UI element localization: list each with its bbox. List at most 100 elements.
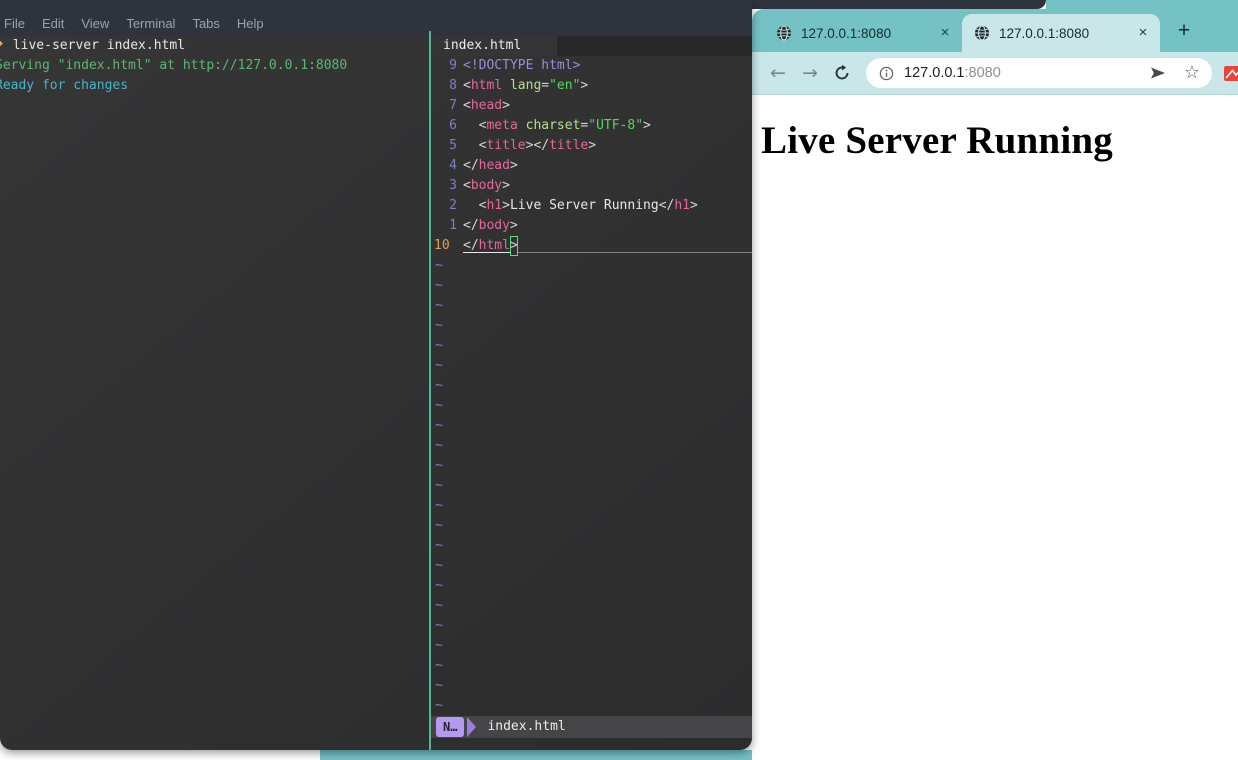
vim-code-segment	[502, 76, 510, 96]
vim-code-segment: h1	[674, 196, 690, 216]
globe-favicon-icon	[974, 25, 990, 41]
shell-output-line: Ready for changes	[0, 76, 429, 96]
vim-code-segment: >	[502, 196, 510, 216]
terminal-body: live-server index.htmlServing "index.htm…	[0, 31, 752, 750]
vim-line-number: 10	[431, 236, 463, 256]
tab-close-button[interactable]: ×	[936, 24, 954, 42]
vim-line-number: 9	[431, 56, 463, 76]
reload-button[interactable]	[830, 60, 854, 86]
vim-code-line: 1</body>	[431, 216, 752, 236]
vim-code-segment: Live Server Running	[510, 196, 659, 216]
vim-tabline: index.html	[431, 36, 752, 56]
vim-code-segment: ></	[526, 136, 549, 156]
menu-item-edit[interactable]: Edit	[39, 16, 75, 31]
page-heading: Live Server Running	[761, 118, 1238, 163]
vim-code-line: 8<html lang="en">	[431, 76, 752, 96]
vim-line-number: 8	[431, 76, 463, 96]
vim-code-segment: >	[510, 216, 518, 236]
vim-code-segment: title	[549, 136, 588, 156]
vim-tilde: ~	[431, 496, 443, 516]
page-content: Live Server Running	[752, 95, 1238, 760]
tab-close-button[interactable]: ×	[1134, 24, 1152, 42]
bookmark-star-icon[interactable]: ☆	[1184, 64, 1200, 82]
vim-code-segment: </	[463, 156, 479, 176]
menu-item-view[interactable]: View	[78, 16, 120, 31]
globe-favicon-icon	[974, 25, 990, 41]
desktop: 127.0.0.1:8080 × 127.0.0.1:8080 × + ← →	[0, 0, 1238, 760]
site-info-icon[interactable]	[878, 65, 895, 82]
vim-tilde: ~	[431, 256, 443, 276]
vim-tab-label[interactable]: index.html	[431, 36, 557, 56]
background-window-edge	[320, 750, 752, 760]
vim-empty-line: ~	[431, 496, 752, 516]
vim-tilde: ~	[431, 436, 443, 456]
tab-strip: 127.0.0.1:8080×127.0.0.1:8080×+	[752, 9, 1238, 52]
menu-item-tabs[interactable]: Tabs	[189, 16, 230, 31]
shell-pane[interactable]: live-server index.htmlServing "index.htm…	[0, 31, 429, 750]
vim-empty-line: ~	[431, 556, 752, 576]
vim-code-segment	[518, 116, 526, 136]
reload-icon	[833, 64, 851, 82]
vim-code-segment: <	[463, 136, 486, 156]
back-button[interactable]: ←	[766, 60, 790, 86]
tab-title: 127.0.0.1:8080	[999, 26, 1128, 41]
vim-empty-line: ~	[431, 436, 752, 456]
vim-tilde: ~	[431, 636, 443, 656]
menu-item-help[interactable]: Help	[234, 16, 275, 31]
url-host: 127.0.0.1	[904, 65, 964, 81]
vim-code-segment: <	[463, 76, 471, 96]
vim-code-segment: body	[471, 176, 502, 196]
new-tab-button[interactable]: +	[1170, 16, 1198, 46]
browser-window: 127.0.0.1:8080 × 127.0.0.1:8080 × + ← →	[752, 0, 1238, 760]
vim-code-segment: <	[463, 116, 486, 136]
vim-line-number: 2	[431, 196, 463, 216]
vim-empty-line: ~	[431, 296, 752, 316]
vim-code-segment: <!DOCTYPE html>	[463, 56, 580, 76]
menu-item-file[interactable]: File	[1, 16, 36, 31]
vim-code-segment: <	[463, 96, 471, 116]
vim-tilde: ~	[431, 536, 443, 556]
vim-empty-line: ~	[431, 656, 752, 676]
vim-empty-line: ~	[431, 336, 752, 356]
vim-empty-line: ~	[431, 476, 752, 496]
vim-code-line: 4</head>	[431, 156, 752, 176]
vim-tilde: ~	[431, 276, 443, 296]
vim-mode-badge: N…	[436, 717, 464, 737]
shell-output-line: Serving "index.html" at http://127.0.0.1…	[0, 56, 429, 76]
browser-tab-2[interactable]: 127.0.0.1:8080 ×	[962, 14, 1160, 52]
vim-code-segment: >	[690, 196, 698, 216]
vim-line-number: 7	[431, 96, 463, 116]
vim-empty-line: ~	[431, 596, 752, 616]
vim-empty-line: ~	[431, 536, 752, 556]
vim-empty-line: ~	[431, 276, 752, 296]
address-bar[interactable]: 127.0.0.1 :8080 ☆	[866, 58, 1212, 88]
vim-code-segment: head	[471, 96, 502, 116]
vim-empty-line: ~	[431, 356, 752, 376]
vim-code-segment: >	[580, 76, 588, 96]
vim-tilde: ~	[431, 476, 443, 496]
vim-empty-line: ~	[431, 256, 752, 276]
vim-code-segment: >	[643, 116, 651, 136]
forward-button[interactable]: →	[798, 60, 822, 86]
vim-tilde: ~	[431, 656, 443, 676]
vim-cursor: >	[510, 236, 518, 256]
vim-tilde: ~	[431, 316, 443, 336]
vim-line-number: 4	[431, 156, 463, 176]
url-port: :8080	[964, 65, 1000, 81]
vim-empty-line: ~	[431, 316, 752, 336]
vim-line-number: 6	[431, 116, 463, 136]
send-to-device-icon[interactable]	[1149, 64, 1167, 82]
vim-code-segment: <	[463, 196, 486, 216]
vim-code-segment: body	[479, 216, 510, 236]
extension-icon[interactable]	[1224, 65, 1238, 82]
vim-tilde: ~	[431, 616, 443, 636]
vim-empty-line: ~	[431, 576, 752, 596]
browser-tab-1[interactable]: 127.0.0.1:8080×	[764, 14, 962, 52]
vim-code-segment: >	[588, 136, 596, 156]
vim-tilde: ~	[431, 456, 443, 476]
vim-tilde: ~	[431, 296, 443, 316]
prompt-chevron-icon	[0, 37, 5, 50]
vim-pane[interactable]: index.html 9<!DOCTYPE html>8<html lang="…	[431, 31, 752, 750]
vim-code-segment: "UTF-8"	[588, 116, 643, 136]
menu-item-terminal[interactable]: Terminal	[123, 16, 186, 31]
